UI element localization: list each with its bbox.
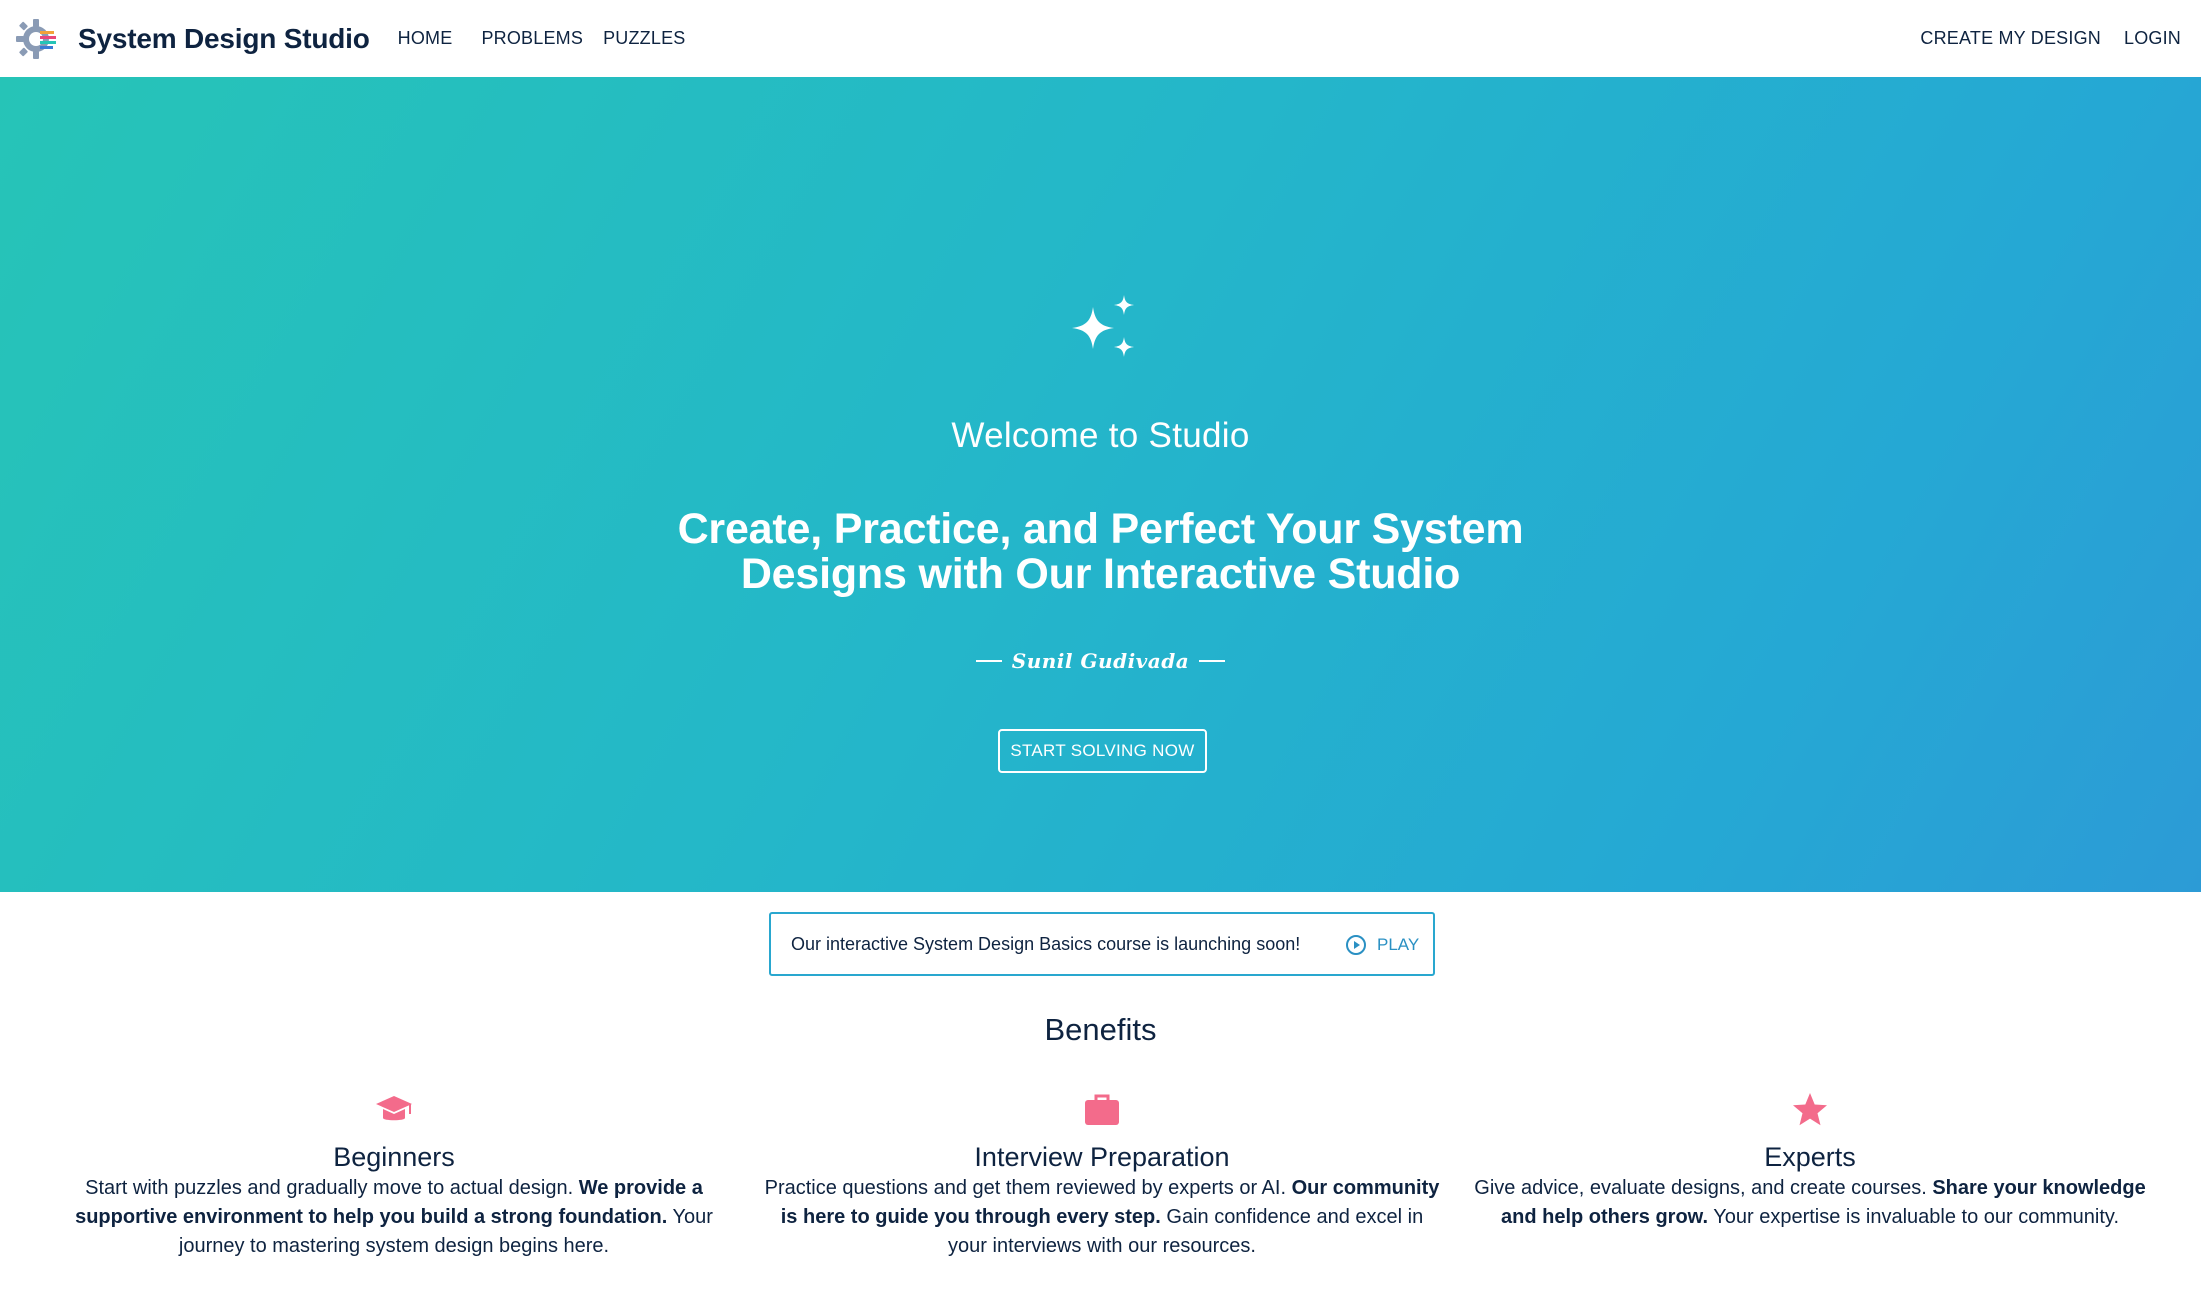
benefit-title: Beginners bbox=[333, 1142, 455, 1172]
benefit-title: Experts bbox=[1764, 1142, 1856, 1172]
tagline-line-2: Designs with Our Interactive Studio bbox=[740, 550, 1461, 598]
benefit-experts: Experts Give advice, evaluate designs, a… bbox=[1470, 1090, 2150, 1232]
hero-tagline: Create, Practice, and Perfect Your Syste… bbox=[0, 507, 2201, 597]
benefit-beginners: Beginners Start with puzzles and gradual… bbox=[54, 1090, 734, 1261]
benefit-interview-preparation: Interview Preparation Practice questions… bbox=[762, 1090, 1442, 1261]
benefit-text-c: Your expertise is invaluable to our comm… bbox=[1708, 1206, 2120, 1228]
play-label: PLAY bbox=[1377, 935, 1420, 954]
benefit-description: Practice questions and get them reviewed… bbox=[762, 1174, 1442, 1261]
login-link[interactable]: LOGIN bbox=[2124, 28, 2181, 49]
signature-name: Sunil Gudivada bbox=[1011, 649, 1190, 673]
signature: Sunil Gudivada bbox=[0, 649, 2201, 673]
start-solving-button[interactable]: START SOLVING NOW bbox=[998, 729, 1207, 773]
top-navbar: System Design Studio HOME PROBLEMS PUZZL… bbox=[0, 0, 2201, 77]
play-circle-icon bbox=[1346, 935, 1366, 955]
gear-logo-icon bbox=[16, 18, 56, 59]
nav-problems[interactable]: PROBLEMS bbox=[481, 28, 583, 49]
welcome-heading: Welcome to Studio bbox=[951, 416, 1250, 455]
tagline-line-1: Create, Practice, and Perfect Your Syste… bbox=[677, 505, 1524, 553]
benefit-description: Give advice, evaluate designs, and creat… bbox=[1470, 1174, 2150, 1232]
hero-banner: Welcome to Studio Create, Practice, and … bbox=[0, 77, 2201, 892]
briefcase-icon bbox=[1085, 1094, 1119, 1125]
sparkles-icon bbox=[1072, 295, 1134, 357]
create-my-design-link[interactable]: CREATE MY DESIGN bbox=[1920, 28, 2101, 49]
play-button[interactable]: PLAY bbox=[1345, 934, 1419, 956]
signature-dash-left bbox=[975, 660, 1002, 662]
benefit-text-a: Give advice, evaluate designs, and creat… bbox=[1474, 1177, 1933, 1199]
benefit-description: Start with puzzles and gradually move to… bbox=[54, 1174, 734, 1261]
graduation-cap-icon bbox=[376, 1096, 412, 1121]
benefit-text-a: Start with puzzles and gradually move to… bbox=[85, 1177, 579, 1199]
signature-dash-right bbox=[1199, 660, 1226, 662]
announcement-text: Our interactive System Design Basics cou… bbox=[791, 933, 1301, 954]
benefit-text-a: Practice questions and get them reviewed… bbox=[764, 1177, 1292, 1199]
announcement-banner: Our interactive System Design Basics cou… bbox=[769, 912, 1435, 976]
brand[interactable]: System Design Studio bbox=[14, 17, 370, 61]
nav-puzzles[interactable]: PUZZLES bbox=[603, 28, 685, 49]
main-nav: HOME PROBLEMS PUZZLES bbox=[398, 28, 715, 49]
brand-name: System Design Studio bbox=[78, 22, 370, 54]
star-icon bbox=[1793, 1093, 1827, 1126]
nav-actions: CREATE MY DESIGN LOGIN bbox=[1897, 0, 2181, 77]
nav-home[interactable]: HOME bbox=[398, 28, 453, 49]
benefit-title: Interview Preparation bbox=[974, 1142, 1230, 1172]
benefits-heading: Benefits bbox=[1044, 1012, 1157, 1047]
